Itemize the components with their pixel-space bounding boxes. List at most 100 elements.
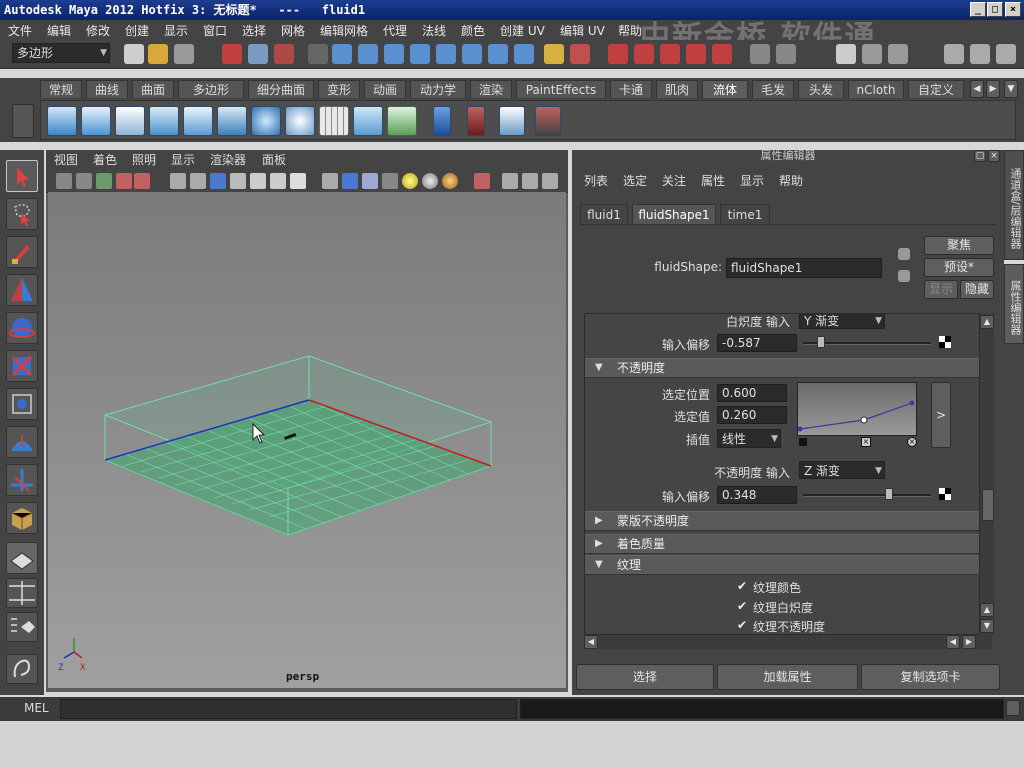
gate-mask-icon[interactable] — [230, 173, 246, 189]
focus-button[interactable]: 聚焦 — [924, 236, 994, 255]
script-editor-icon[interactable] — [1006, 700, 1020, 716]
paint-fluid-icon[interactable] — [115, 106, 145, 136]
resolution-gate-icon[interactable] — [210, 173, 226, 189]
persp-outliner-layout-icon[interactable] — [6, 612, 38, 642]
attribute-editor-side-tab[interactable]: 属性编辑器 — [1004, 264, 1024, 344]
four-view-layout-icon[interactable] — [6, 578, 38, 608]
input-connection-icon[interactable] — [898, 248, 910, 260]
select-component-icon[interactable] — [274, 44, 294, 64]
menu-proxy[interactable]: 代理 — [383, 22, 407, 39]
single-perspective-layout-icon[interactable] — [6, 542, 38, 574]
shadows-icon[interactable] — [442, 173, 458, 189]
snap-grid-icon[interactable] — [332, 44, 352, 64]
shelf-tab-toon[interactable]: 卡通 — [610, 80, 652, 98]
use-all-lights-icon[interactable] — [422, 173, 438, 189]
ocean-icon[interactable] — [251, 106, 281, 136]
move-tool-icon[interactable] — [6, 274, 38, 306]
mel-label[interactable]: MEL — [24, 701, 49, 715]
input-line-icon[interactable] — [750, 44, 770, 64]
expand-ramp-button[interactable]: > — [931, 382, 951, 448]
shelf-tab-deformation[interactable]: 变形 — [318, 80, 360, 98]
extend-fluid-icon[interactable] — [353, 106, 383, 136]
wireframe-on-shaded-icon[interactable] — [362, 173, 378, 189]
menu-window[interactable]: 窗口 — [203, 22, 227, 39]
image-plane-icon[interactable] — [116, 173, 132, 189]
lasso-tool-icon[interactable] — [6, 198, 38, 230]
load-attributes-button[interactable]: 加载属性 — [717, 664, 858, 690]
shelf-tab-dynamics[interactable]: 动力学 — [410, 80, 466, 98]
rotate-tool-icon[interactable] — [6, 312, 38, 344]
selected-value-field[interactable]: 0.260 — [717, 406, 787, 424]
scroll-left-icon[interactable]: ◀ — [946, 635, 960, 649]
share-icon[interactable] — [542, 173, 558, 189]
float-panel-icon[interactable]: ▢ — [974, 150, 986, 162]
tab-fluid1[interactable]: fluid1 — [580, 204, 628, 224]
selected-position-field[interactable]: 0.600 — [717, 384, 787, 402]
shelf-scroll-right-icon[interactable]: ▶ — [986, 80, 1000, 98]
menu-edit[interactable]: 编辑 — [47, 22, 71, 39]
menu-mesh[interactable]: 网格 — [281, 22, 305, 39]
shelf-tab-polygons[interactable]: 多边形 — [178, 80, 244, 98]
shelf-tab-surfaces[interactable]: 曲面 — [132, 80, 174, 98]
toggle-attribute-editor-icon[interactable] — [836, 44, 856, 64]
incandescence-bias-knob[interactable] — [816, 336, 825, 348]
settings-icon[interactable] — [970, 44, 990, 64]
section-matte-opacity[interactable]: ▶ 蒙版不透明度 — [585, 511, 979, 531]
render-current-icon[interactable] — [608, 44, 628, 64]
delete-cache-icon[interactable] — [535, 106, 561, 136]
ipr-render-icon[interactable] — [634, 44, 654, 64]
opacity-bias-field[interactable]: 0.348 — [717, 486, 797, 504]
shelf-tab-rendering[interactable]: 渲染 — [470, 80, 512, 98]
camera-attributes-icon[interactable] — [76, 173, 92, 189]
viewport-menu-view[interactable]: 视图 — [54, 151, 78, 168]
scroll-up-icon[interactable]: ▲ — [980, 315, 994, 329]
menu-select[interactable]: 选择 — [242, 22, 266, 39]
viewport-menu-panels[interactable]: 面板 — [262, 151, 286, 168]
toggle-tool-settings-icon[interactable] — [862, 44, 882, 64]
pond-icon[interactable] — [285, 106, 315, 136]
fluid-nucleus-icon[interactable] — [499, 106, 525, 136]
menu-normals[interactable]: 法线 — [422, 22, 446, 39]
output-line-icon[interactable] — [776, 44, 796, 64]
bookmarks-icon[interactable] — [96, 173, 112, 189]
paint-select-tool-icon[interactable] — [6, 236, 38, 268]
snap-curve-icon[interactable] — [358, 44, 378, 64]
hypershade-icon[interactable] — [686, 44, 706, 64]
mode-dropdown[interactable]: 多边形 ▼ — [12, 43, 110, 63]
menu-color[interactable]: 颜色 — [461, 22, 485, 39]
create-3d-container-icon[interactable] — [47, 106, 77, 136]
ramp-handle-start-icon[interactable] — [799, 438, 807, 446]
mel-script-icon[interactable] — [6, 654, 38, 684]
lock-icon[interactable] — [544, 44, 564, 64]
scroll-right-icon[interactable]: ▶ — [962, 635, 976, 649]
open-scene-icon[interactable] — [148, 44, 168, 64]
menu-edit-mesh[interactable]: 编辑网格 — [320, 22, 368, 39]
history-icon[interactable] — [488, 44, 508, 64]
2d-pan-zoom-icon[interactable] — [134, 173, 150, 189]
output-connection-icon[interactable] — [898, 270, 910, 282]
opacity-bias-slider[interactable] — [803, 494, 931, 497]
opacity-bias-knob[interactable] — [884, 488, 893, 500]
shelf-tab-ncloth[interactable]: nCloth — [848, 80, 904, 98]
xray-icon[interactable] — [502, 173, 518, 189]
shelf-options-icon[interactable] — [12, 104, 34, 138]
fluid-effects-1-icon[interactable] — [433, 106, 451, 136]
save-scene-icon[interactable] — [174, 44, 194, 64]
copy-tab-button[interactable]: 复制选项卡 — [861, 664, 1000, 690]
field-chart-icon[interactable] — [250, 173, 266, 189]
incandescence-input-dropdown[interactable]: Y 渐变 ▼ — [799, 314, 885, 329]
snap-surface-icon[interactable] — [436, 44, 456, 64]
new-scene-icon[interactable] — [124, 44, 144, 64]
attribute-horizontal-scrollbar[interactable]: ◀ ◀ ▶ — [584, 635, 992, 649]
ae-menu-attributes[interactable]: 属性 — [701, 172, 725, 189]
viewport-menu-show[interactable]: 显示 — [171, 151, 195, 168]
channel-box-side-tab[interactable]: 通道盒/层编辑器 — [1004, 150, 1024, 260]
smooth-shade-icon[interactable] — [342, 173, 358, 189]
grid-icon[interactable] — [170, 173, 186, 189]
tab-fluidshape1[interactable]: fluidShape1 — [632, 204, 716, 224]
presets-button[interactable]: 预设* — [924, 258, 994, 277]
ae-menu-show[interactable]: 显示 — [740, 172, 764, 189]
scroll-left-icon[interactable]: ◀ — [584, 635, 598, 649]
viewport-menu-lighting[interactable]: 照明 — [132, 151, 156, 168]
safe-title-icon[interactable] — [290, 173, 306, 189]
